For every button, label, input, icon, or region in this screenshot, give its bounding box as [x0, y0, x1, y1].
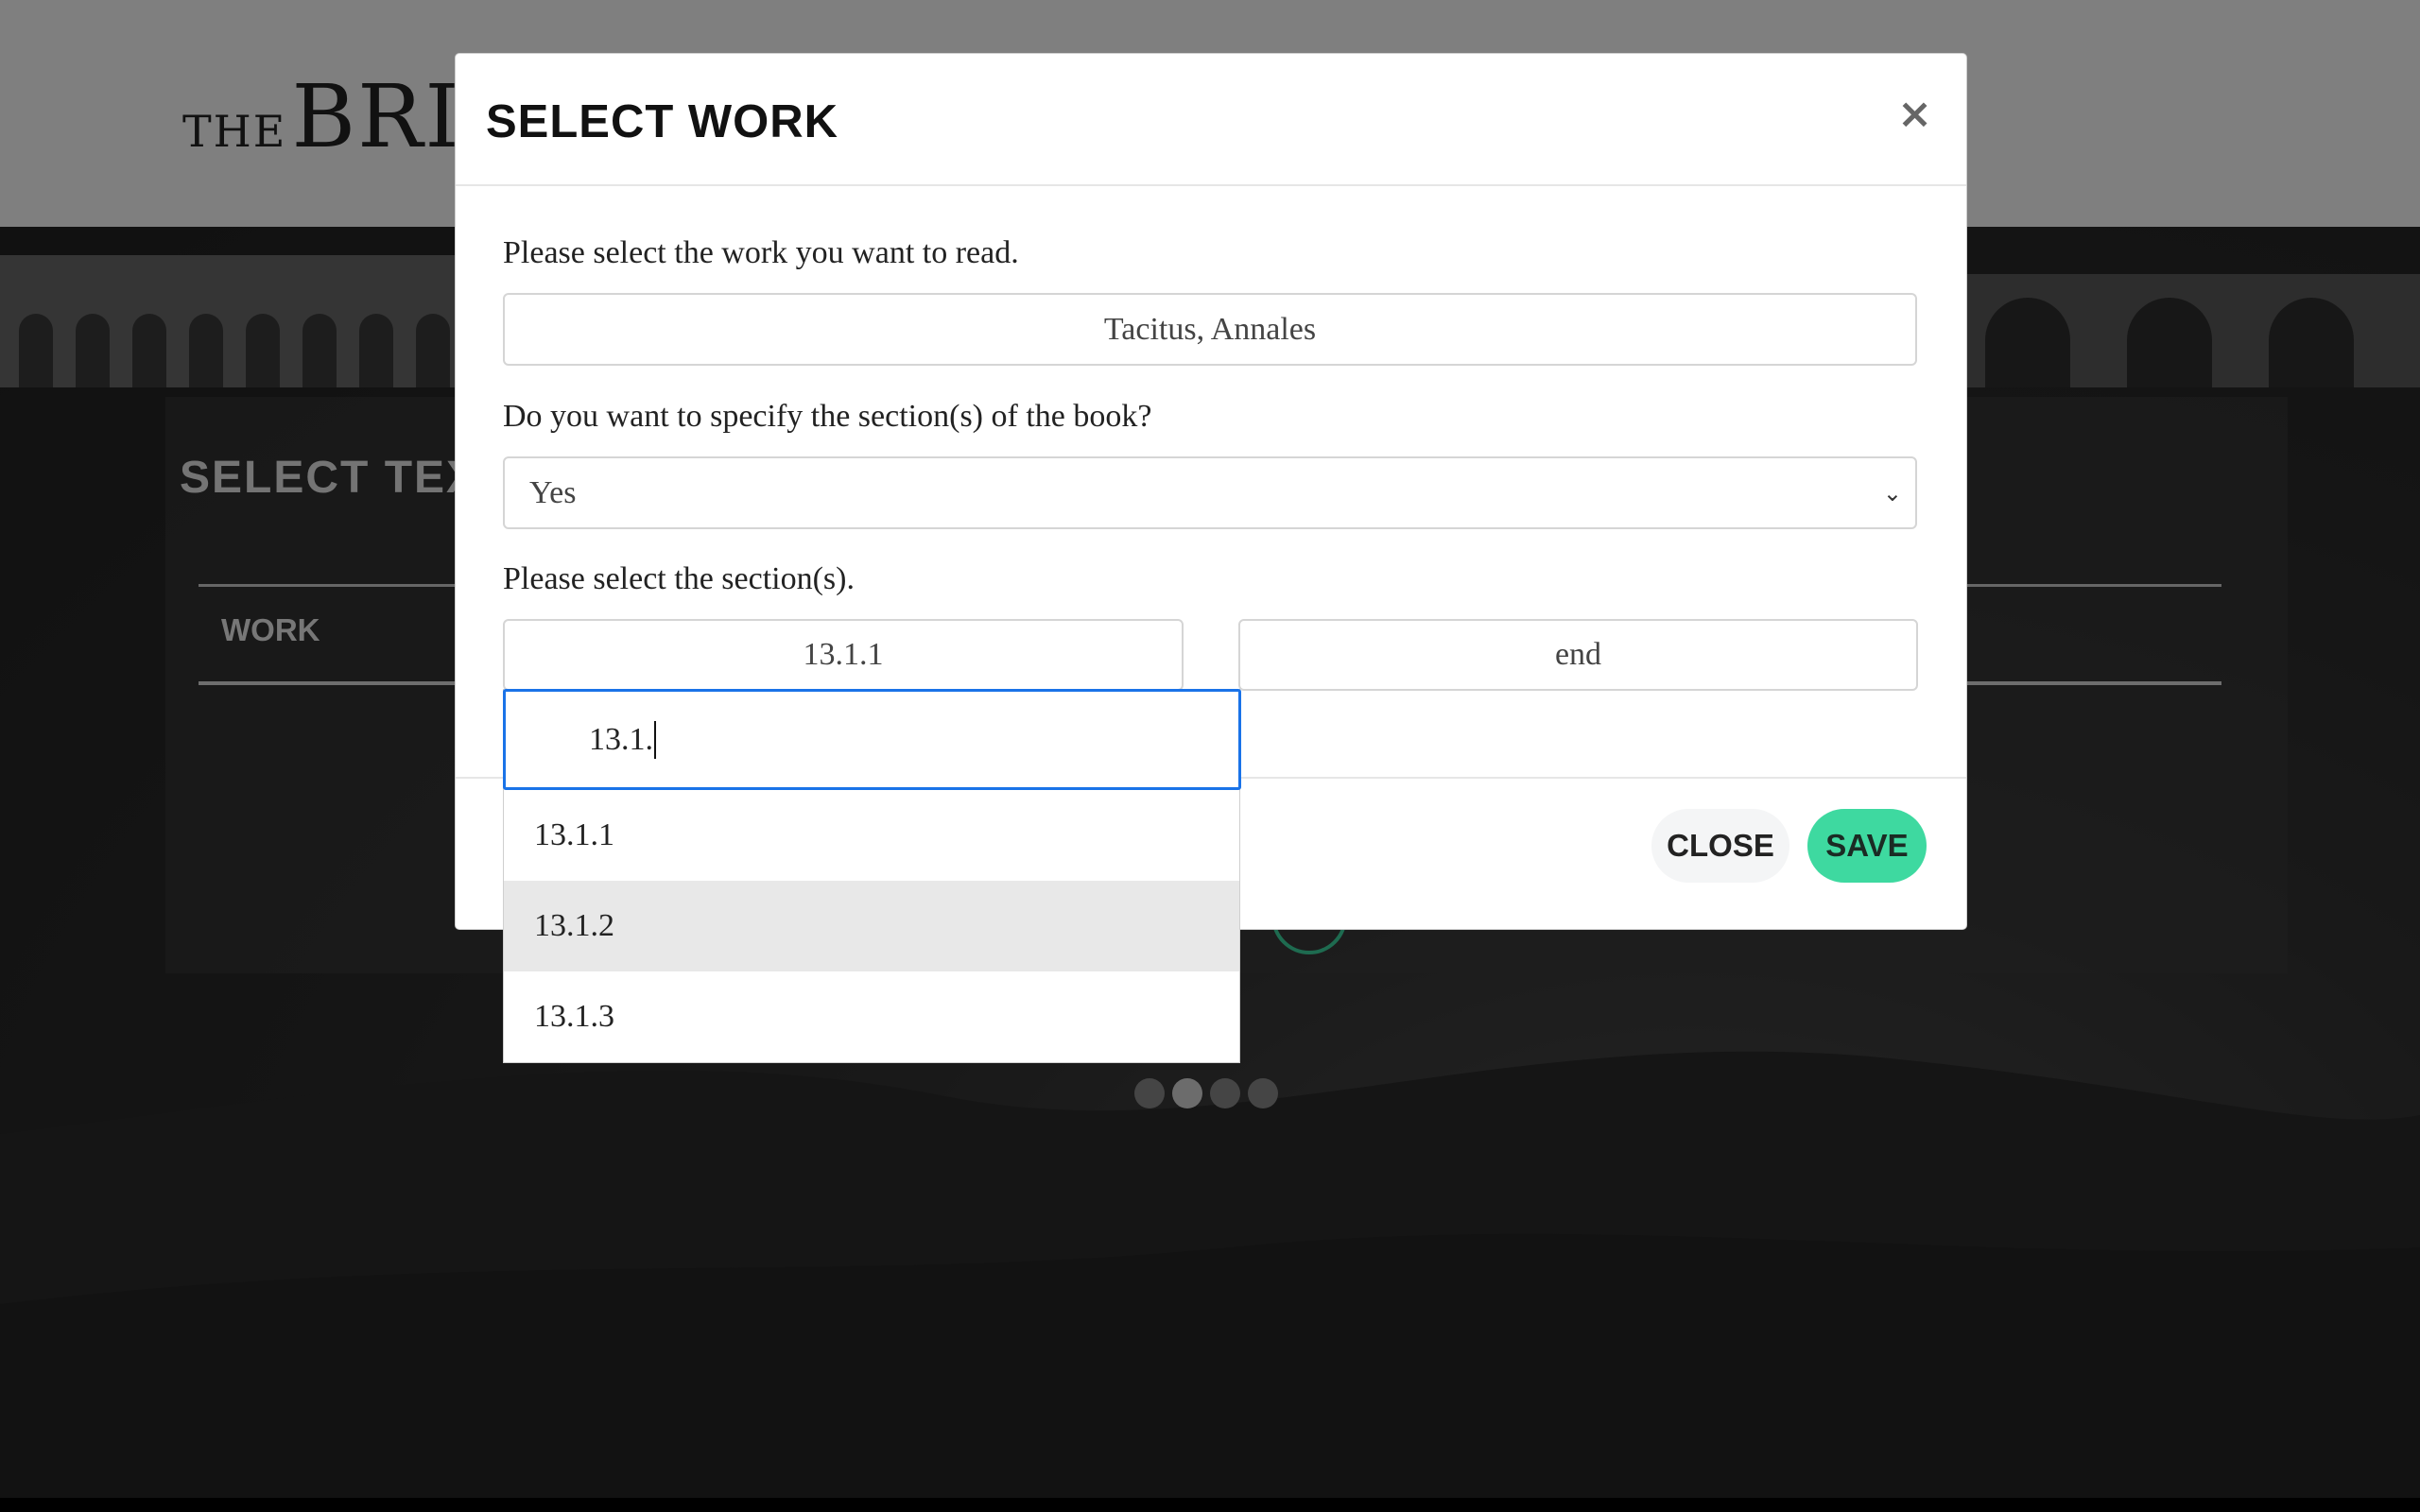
range-start-value: 13.1.1	[803, 637, 884, 672]
dropdown-option[interactable]: 13.1.3	[504, 971, 1239, 1062]
chevron-down-icon: ⌄	[1882, 479, 1902, 507]
save-button[interactable]: SAVE	[1807, 809, 1927, 883]
close-icon[interactable]: ×	[1897, 90, 1932, 138]
modal-header: SELECT WORK ×	[456, 54, 1966, 186]
close-button[interactable]: CLOSE	[1651, 809, 1789, 883]
work-input[interactable]: Tacitus, Annales	[503, 293, 1917, 366]
text-caret	[654, 720, 656, 759]
work-input-value: Tacitus, Annales	[1103, 311, 1317, 347]
range-end-value: end	[1554, 637, 1602, 672]
dropdown-search-value: 13.1.	[589, 721, 653, 757]
range-end-select[interactable]: end	[1238, 619, 1918, 691]
work-prompt: Please select the work you want to read.	[503, 235, 1019, 270]
dropdown-search-input[interactable]: 13.1.	[503, 689, 1241, 790]
dropdown-option-hovered[interactable]: 13.1.2	[504, 881, 1239, 971]
dropdown-option[interactable]: 13.1.1	[504, 790, 1239, 881]
section-dropdown: 13.1. 13.1.1 13.1.2 13.1.3	[503, 689, 1241, 1063]
range-prompt: Please select the section(s).	[503, 561, 855, 596]
range-start-select[interactable]: 13.1.1	[503, 619, 1184, 691]
section-select[interactable]: Yes ⌄	[503, 456, 1917, 529]
modal-title: SELECT WORK	[486, 96, 839, 147]
section-select-value: Yes	[529, 474, 577, 510]
section-prompt: Do you want to specify the section(s) of…	[503, 399, 1152, 434]
